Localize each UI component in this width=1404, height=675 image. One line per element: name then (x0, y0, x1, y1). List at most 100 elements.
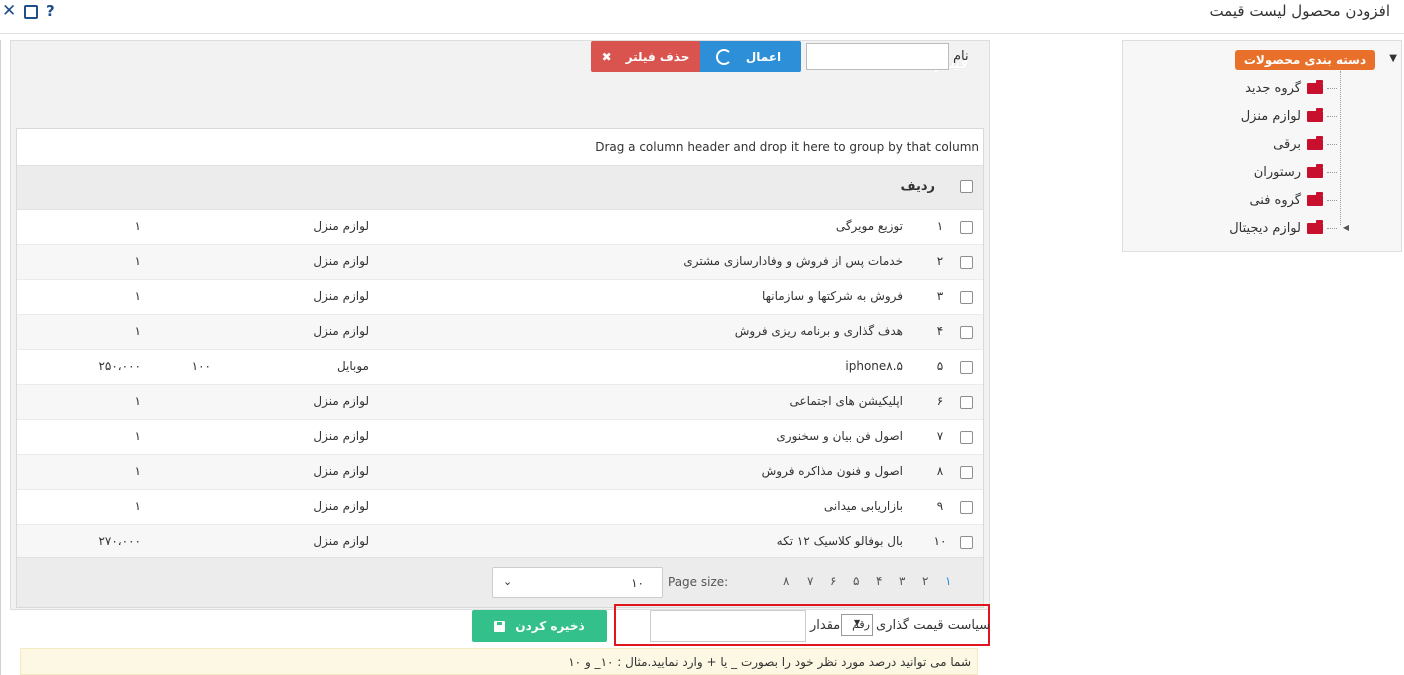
product-value: ۲۵۰،۰۰۰ (98, 359, 141, 373)
apply-filter-button[interactable]: اعمال (696, 41, 801, 72)
row-checkbox[interactable] (960, 256, 973, 269)
tree-connector (1327, 171, 1337, 173)
product-value: ۱ (134, 254, 141, 268)
category-item[interactable]: لوازم منزل (1241, 106, 1337, 126)
product-category: لوازم منزل (313, 429, 369, 443)
apply-label: اعمال (745, 49, 782, 64)
table-row[interactable]: ۷ اصول فن بیان و سخنوری لوازم منزل ۱ (17, 420, 983, 455)
product-category: لوازم منزل (313, 289, 369, 303)
category-root[interactable]: دسته بندی محصولات (1235, 50, 1375, 70)
pricing-policy-select[interactable]: رقم ▼ (841, 614, 873, 636)
page-number[interactable]: ۲ (922, 574, 928, 588)
table-row[interactable]: ۱۰ بال بوفالو کلاسیک ۱۲ تکه لوازم منزل ۲۷۰،… (17, 525, 983, 560)
product-category: لوازم منزل (313, 324, 369, 338)
save-button[interactable]: ذخیره کردن (472, 610, 607, 642)
category-item[interactable]: گروه فنی (1249, 190, 1337, 210)
chevron-down-icon: ▼ (854, 618, 861, 627)
name-label: نام (953, 49, 969, 64)
product-value: ۱ (134, 289, 141, 303)
category-item[interactable]: لوازم دیجیتال (1229, 218, 1337, 238)
maximize-icon[interactable] (24, 5, 38, 19)
category-item[interactable]: گروه جدید (1245, 78, 1337, 98)
table-row[interactable]: ۱ توزیع مویرگی لوازم منزل ۱ (17, 210, 983, 245)
page-number[interactable]: ۷ (807, 574, 813, 588)
folder-icon (1307, 107, 1323, 122)
group-drop-area[interactable]: Drag a column header and drop it here to… (17, 129, 983, 166)
product-value: ۱ (134, 499, 141, 513)
chevron-down-icon: ⌄ (503, 575, 513, 588)
help-icon[interactable]: ? (46, 2, 55, 20)
page-number[interactable]: ۴ (876, 574, 882, 588)
product-category: موبایل (336, 359, 369, 373)
grid-header: ردیف (17, 166, 983, 210)
row-checkbox[interactable] (960, 326, 973, 339)
row-number: ۸ (936, 464, 944, 478)
product-name: اصول و فنون مذاکره فروش (761, 464, 903, 478)
tree-connector (1327, 143, 1337, 145)
folder-icon (1307, 191, 1323, 206)
row-checkbox[interactable] (960, 221, 973, 234)
tree-connector (1327, 227, 1337, 229)
expand-triangle-icon[interactable]: ◀ (1343, 223, 1349, 232)
floppy-disk-icon (494, 620, 506, 632)
table-row[interactable]: ۳ فروش به شرکتها و سازمانها لوازم منزل ۱ (17, 280, 983, 315)
collapse-triangle-icon[interactable]: ▼ (1389, 53, 1397, 64)
clear-filter-button[interactable]: حذف فیلتر ✖ (591, 41, 700, 72)
page-title: افزودن محصول لیست قیمت (1209, 2, 1390, 20)
table-row[interactable]: ۵ iphone۸.۵ موبایل ۱۰۰ ۲۵۰،۰۰۰ (17, 350, 983, 385)
amount-input[interactable] (650, 610, 806, 642)
page-number[interactable]: ۳ (899, 574, 905, 588)
table-row[interactable]: ۴ هدف گذاری و برنامه ریزی فروش لوازم منزل ۱ (17, 315, 983, 350)
page-number[interactable]: ۱ (945, 574, 951, 588)
row-checkbox[interactable] (960, 361, 973, 374)
row-checkbox[interactable] (960, 501, 973, 514)
tree-line (1340, 71, 1341, 225)
select-all-checkbox[interactable] (960, 180, 973, 193)
tree-connector (1327, 115, 1337, 117)
folder-icon (1307, 135, 1323, 150)
page-size-select[interactable]: ۱۰ ⌄ (492, 567, 663, 598)
grid-pager: ۱ ۲ ۳ ۴ ۵ ۶ ۷ ۸ Page size: ۱۰ ⌄ (17, 557, 983, 607)
row-checkbox[interactable] (960, 431, 973, 444)
product-name: اصول فن بیان و سخنوری (776, 429, 903, 443)
refresh-icon (715, 48, 732, 65)
tree-connector (1327, 87, 1337, 89)
row-number: ۲ (936, 254, 944, 268)
column-header-row[interactable]: ردیف (900, 179, 935, 194)
page-number[interactable]: ۵ (853, 574, 859, 588)
close-icon[interactable]: ✕ (2, 2, 16, 20)
page-number[interactable]: ۶ (830, 574, 836, 588)
product-value: ۱ (134, 219, 141, 233)
hint-message: شما می توانید درصد مورد نظر خود را بصورت… (20, 648, 978, 675)
product-category: لوازم منزل (313, 499, 369, 513)
row-checkbox[interactable] (960, 536, 973, 549)
page-number[interactable]: ۸ (783, 574, 789, 588)
row-checkbox[interactable] (960, 466, 973, 479)
product-name: هدف گذاری و برنامه ریزی فروش (734, 324, 903, 338)
products-grid: Drag a column header and drop it here to… (16, 128, 984, 608)
row-number: ۶ (936, 394, 944, 408)
product-category: لوازم منزل (313, 464, 369, 478)
table-row[interactable]: ۶ اپلیکیشن های اجتماعی لوازم منزل ۱ (17, 385, 983, 420)
row-checkbox[interactable] (960, 291, 973, 304)
name-filter-input[interactable] (806, 43, 949, 70)
save-label: ذخیره کردن (515, 619, 585, 633)
table-row[interactable]: ۸ اصول و فنون مذاکره فروش لوازم منزل ۱ (17, 455, 983, 490)
left-edge-divider (0, 40, 4, 675)
product-name: بازاریابی میدانی (823, 499, 903, 513)
product-value: ۱ (134, 394, 141, 408)
row-checkbox[interactable] (960, 396, 973, 409)
product-category: لوازم منزل (313, 219, 369, 233)
folder-icon (1307, 219, 1323, 234)
product-name: iphone۸.۵ (845, 359, 903, 373)
row-number: ۱ (936, 219, 944, 233)
category-item[interactable]: رستوران (1254, 162, 1337, 182)
product-value: ۲۷۰،۰۰۰ (98, 534, 141, 548)
row-number: ۵ (936, 359, 944, 373)
table-row[interactable]: ۲ خدمات پس از فروش و وفادارسازی مشتری لواز… (17, 245, 983, 280)
row-number: ۳ (936, 289, 944, 303)
folder-icon (1307, 79, 1323, 94)
category-item[interactable]: برقی (1273, 134, 1337, 154)
table-row[interactable]: ۹ بازاریابی میدانی لوازم منزل ۱ (17, 490, 983, 525)
page-size-label: Page size: (668, 575, 729, 589)
